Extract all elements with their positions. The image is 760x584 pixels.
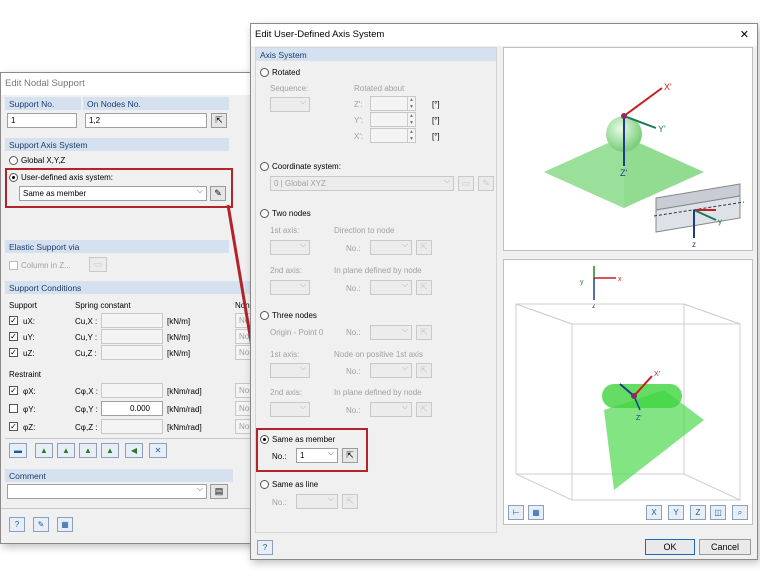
sequence-label: Sequence:: [270, 84, 309, 93]
line-no-label: No.:: [272, 498, 287, 507]
x-rot-field[interactable]: ▲ ▼: [370, 128, 416, 143]
y-rot-unit: [°]: [432, 116, 440, 125]
two-second-axis-select[interactable]: [270, 280, 310, 295]
three-in-plane-label: In plane defined by node: [334, 388, 422, 397]
rotated-radio[interactable]: [260, 68, 269, 77]
node-positive-label: Node on positive 1st axis: [334, 350, 423, 359]
two-node2-select[interactable]: [370, 280, 412, 295]
x-rot-label: X':: [354, 132, 364, 141]
member-z-label: z: [692, 240, 696, 249]
global-x-label: x: [618, 276, 622, 283]
coord-system-label: Coordinate system:: [272, 162, 341, 171]
x-axis-line: [623, 87, 663, 117]
two-nodes-radio[interactable]: [260, 209, 269, 218]
two-nodes-label: Two nodes: [272, 209, 311, 218]
y-prime-label: Y': [658, 124, 666, 134]
axis-dialog-title: Edit User-Defined Axis System: [251, 24, 757, 46]
three-first-axis-label: 1st axis:: [270, 350, 300, 359]
two-first-axis-select[interactable]: [270, 240, 310, 255]
direction-to-node-label: Direction to node: [334, 226, 395, 235]
view-y-icon[interactable]: Y: [668, 505, 684, 520]
z-rot-label: Z':: [354, 100, 363, 109]
support-preview-svg: X' Y' Z' y z: [544, 82, 745, 249]
two-second-axis-label: 2nd axis:: [270, 266, 303, 275]
rotated-about-label: Rotated about: [354, 84, 405, 93]
three-node1-select[interactable]: [370, 363, 412, 378]
two-no1-label: No.:: [346, 244, 361, 253]
three-no0-label: No.:: [346, 328, 361, 337]
three-second-axis-select[interactable]: [270, 402, 310, 417]
z-rot-unit: [°]: [432, 100, 440, 109]
three-node0-select[interactable]: [370, 325, 412, 340]
sequence-select[interactable]: [270, 97, 310, 112]
line-pick-button[interactable]: ⇱: [342, 494, 358, 509]
axis-system-dialog: Edit User-Defined Axis System ✕ Axis Sys…: [250, 23, 758, 560]
line-no-select[interactable]: [296, 494, 338, 509]
cancel-button[interactable]: Cancel: [699, 539, 751, 555]
new-coord-button[interactable]: ▭: [458, 176, 474, 191]
global-y-label: y: [580, 279, 584, 286]
ok-button[interactable]: OK: [645, 539, 695, 555]
x-prime-label: X': [664, 82, 672, 92]
axis-help-icon[interactable]: ?: [257, 540, 273, 555]
three-nodes-radio[interactable]: [260, 311, 269, 320]
three-no2-label: No.:: [346, 406, 361, 415]
three-node2-pick[interactable]: ⇱: [416, 402, 432, 417]
two-first-axis-label: 1st axis:: [270, 226, 300, 235]
coord-system-radio[interactable]: [260, 162, 269, 171]
two-node1-pick[interactable]: ⇱: [416, 240, 432, 255]
highlight-same-member: [256, 428, 368, 472]
close-icon[interactable]: ✕: [740, 28, 749, 41]
three-node0-pick[interactable]: ⇱: [416, 325, 432, 340]
model-3d-view[interactable]: x y z X' Z' ⊢ ▦ X Y Z ◫ ⌕: [503, 259, 753, 525]
view-x-label: X': [654, 371, 660, 378]
three-second-axis-label: 2nd axis:: [270, 388, 303, 397]
member-y-label: y: [718, 217, 722, 226]
two-in-plane-label: In plane defined by node: [334, 266, 422, 275]
view-z-icon[interactable]: Z: [690, 505, 706, 520]
view-mode-2-icon[interactable]: ▦: [528, 505, 544, 520]
view-x-icon[interactable]: X: [646, 505, 662, 520]
two-node2-pick[interactable]: ⇱: [416, 280, 432, 295]
x-rot-unit: [°]: [432, 132, 440, 141]
z-rot-field[interactable]: ▲ ▼: [370, 96, 416, 111]
axis-system-panel: Axis System Rotated Sequence: Rotated ab…: [255, 47, 497, 533]
three-first-axis-select[interactable]: [270, 363, 310, 378]
axis-preview-image: X' Y' Z' y z: [503, 47, 753, 251]
same-line-radio[interactable]: [260, 480, 269, 489]
view-zoom-icon[interactable]: ⌕: [732, 505, 748, 520]
view-iso-icon[interactable]: ◫: [710, 505, 726, 520]
three-nodes-label: Three nodes: [272, 311, 317, 320]
three-node1-pick[interactable]: ⇱: [416, 363, 432, 378]
three-no1-label: No.:: [346, 367, 361, 376]
three-node2-select[interactable]: [370, 402, 412, 417]
view-mode-1-icon[interactable]: ⊢: [508, 505, 524, 520]
two-node1-select[interactable]: [370, 240, 412, 255]
y-rot-label: Y':: [354, 116, 364, 125]
coord-system-select[interactable]: 0 | Global XYZ: [270, 176, 454, 191]
axis-system-header: Axis System: [256, 48, 496, 61]
edit-coord-button[interactable]: ✎: [478, 176, 494, 191]
view-z-label: Z': [636, 415, 642, 422]
y-rot-field[interactable]: ▲ ▼: [370, 112, 416, 127]
z-prime-label: Z': [620, 168, 627, 178]
model-3d-svg: x y z X' Z': [515, 266, 741, 501]
origin-label: Origin - Point 0: [270, 328, 324, 337]
same-line-label: Same as line: [272, 480, 319, 489]
two-no2-label: No.:: [346, 284, 361, 293]
rotated-label: Rotated: [272, 68, 301, 77]
